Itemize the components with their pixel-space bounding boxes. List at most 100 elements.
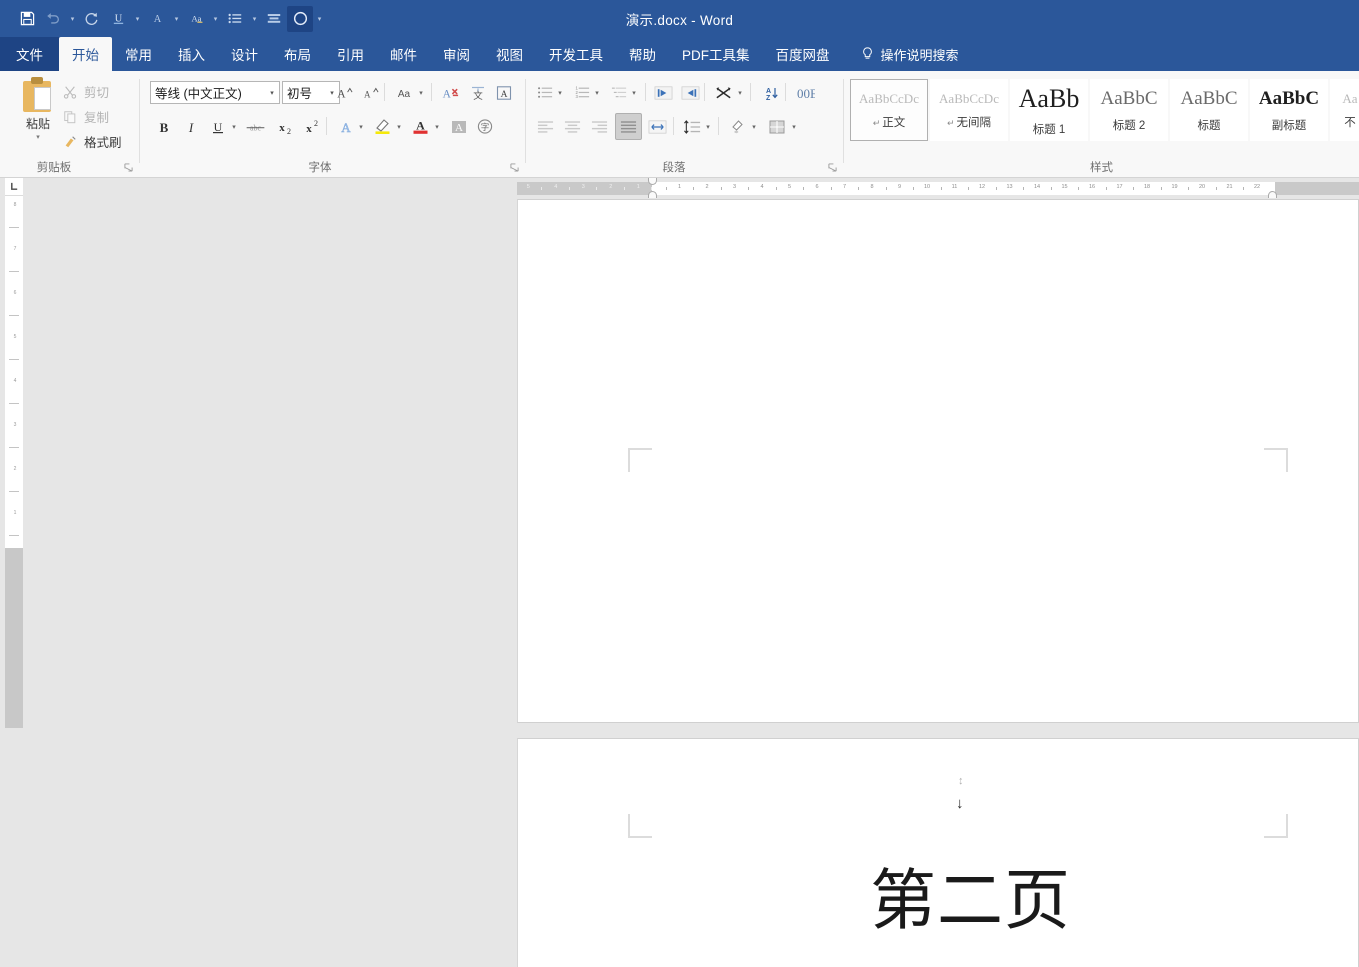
paste-caret[interactable]: ▾ [10,133,66,141]
justify-icon[interactable] [615,113,642,140]
circle-icon[interactable] [287,5,313,32]
font-color-icon[interactable]: A [409,115,432,138]
copy-button[interactable]: 复制 [62,107,109,126]
tab-help[interactable]: 帮助 [616,37,669,71]
grow-font-icon[interactable]: A [332,81,355,104]
style-card-heading-1[interactable]: AaBb 标题 1 [1010,79,1088,141]
borders-icon[interactable] [765,115,788,138]
style-card-heading-2[interactable]: AaBbC 标题 2 [1090,79,1168,141]
subscript-icon[interactable]: x2 [273,115,296,138]
horizontal-ruler[interactable]: 5 4 3 2 1 1 2 3 4 5 6 7 8 9 10 11 12 13 14 15 16 17 18 19 20 21 22 [517,178,1359,199]
tab-references[interactable]: 引用 [324,37,377,71]
highlight-color-icon[interactable] [371,115,394,138]
right-indent-marker[interactable] [1268,191,1277,198]
tab-view[interactable]: 视图 [483,37,536,71]
qat-overflow-caret[interactable]: ▾ [313,6,326,32]
show-marks-icon[interactable]: \u00B6 [794,81,817,104]
enclose-character-icon[interactable]: 字 [473,115,496,138]
align-icon[interactable] [261,6,287,32]
style-card-body[interactable]: AaBbCcDc ↵ 正文 [850,79,928,141]
strikethrough-icon[interactable]: abc [244,115,267,138]
tab-baidu-netdisk[interactable]: 百度网盘 [763,37,843,71]
save-icon[interactable] [14,6,40,32]
paragraph-dialog-launcher[interactable] [828,163,837,174]
style-card-no-spacing[interactable]: AaBbCcDc ↵ 无间隔 [930,79,1008,141]
sort-icon[interactable]: AZ [759,81,782,104]
bullets-caret[interactable]: ▾ [554,81,566,104]
text-effects-caret[interactable]: ▾ [355,115,367,138]
style-card-subtitle[interactable]: AaBbC 副标题 [1250,79,1328,141]
bullet-list-icon[interactable] [222,6,248,32]
style-card-subtle-emphasis[interactable]: Aa 不 [1330,79,1359,141]
line-spacing-icon[interactable] [681,115,704,138]
highlight-color-caret[interactable]: ▾ [393,115,405,138]
shrink-font-icon[interactable]: A [358,81,381,104]
document-body-text[interactable]: 第二页 [870,847,1071,943]
italic-icon[interactable]: I [179,115,202,138]
tab-common[interactable]: 常用 [112,37,165,71]
tab-design[interactable]: 设计 [218,37,271,71]
multilevel-list-caret[interactable]: ▾ [628,81,640,104]
clipboard-dialog-launcher[interactable] [124,163,133,174]
format-painter-button[interactable]: 格式刷 [62,132,122,151]
phonetic-guide-icon[interactable]: 文 [466,81,489,104]
underline-caret[interactable]: ▾ [228,115,240,138]
tab-pdf-tools[interactable]: PDF工具集 [669,37,763,71]
left-indent-marker[interactable] [648,191,657,198]
align-right-icon[interactable] [588,115,611,138]
line-spacing-caret[interactable]: ▾ [702,115,714,138]
character-shading-icon[interactable]: A [447,115,470,138]
change-case-icon[interactable]: Aa [183,6,209,32]
tab-developer[interactable]: 开发工具 [536,37,616,71]
shading-icon[interactable] [726,115,749,138]
font-color-dropdown-caret[interactable]: ▾ [170,6,183,32]
document-page-2[interactable]: ↕ ↓ 第二页 [517,738,1359,967]
chinese-layout-icon[interactable] [712,81,735,104]
shading-caret[interactable]: ▾ [748,115,760,138]
change-case-icon[interactable]: Aa [392,81,415,104]
tell-me-search[interactable]: 操作说明搜索 [843,37,969,71]
vertical-ruler-number: 6 [13,290,17,296]
underline-icon[interactable]: U [105,6,131,32]
font-dialog-launcher[interactable] [510,163,519,174]
undo-dropdown-caret[interactable]: ▾ [66,6,79,32]
style-card-title[interactable]: AaBbC 标题 [1170,79,1248,141]
cut-button[interactable]: 剪切 [62,82,109,101]
borders-caret[interactable]: ▾ [788,115,800,138]
font-name-combobox[interactable]: 等线 (中文正文) ▾ [150,81,280,104]
underline-icon[interactable]: U [206,115,229,138]
increase-indent-icon[interactable] [679,81,702,104]
tab-stop-selector[interactable] [5,178,23,196]
text-effects-icon[interactable]: A [334,115,357,138]
tab-review[interactable]: 审阅 [430,37,483,71]
align-center-icon[interactable] [561,115,584,138]
change-case-dropdown-caret[interactable]: ▾ [209,6,222,32]
tab-insert[interactable]: 插入 [165,37,218,71]
bullet-list-dropdown-caret[interactable]: ▾ [248,6,261,32]
font-color-caret[interactable]: ▾ [431,115,443,138]
redo-icon[interactable] [79,6,105,32]
font-name-caret[interactable]: ▾ [265,89,279,97]
change-case-caret[interactable]: ▾ [415,81,427,104]
tab-file[interactable]: 文件 [0,37,59,71]
distributed-icon[interactable] [646,115,669,138]
vertical-ruler[interactable]: 8 7 6 5 4 3 2 1 [5,178,23,548]
decrease-indent-icon[interactable] [652,81,675,104]
character-border-icon[interactable]: A [492,81,515,104]
superscript-icon[interactable]: x2 [300,115,323,138]
underline-dropdown-caret[interactable]: ▾ [131,6,144,32]
svg-text:I: I [187,120,193,135]
tab-home[interactable]: 开始 [59,37,112,71]
document-page-1[interactable] [517,199,1359,723]
font-color-icon[interactable]: A [144,6,170,32]
tab-layout[interactable]: 布局 [271,37,324,71]
bold-icon[interactable]: B [152,115,175,138]
chinese-layout-caret[interactable]: ▾ [734,81,746,104]
numbering-caret[interactable]: ▾ [591,81,603,104]
quick-access-toolbar[interactable]: ▾ U ▾ A ▾ Aa ▾ ▾ ▾ [0,5,326,32]
tab-mailings[interactable]: 邮件 [377,37,430,71]
clear-formatting-icon[interactable]: A [439,81,462,104]
paste-button[interactable]: 粘贴 ▾ [10,77,66,141]
align-left-icon[interactable] [534,115,557,138]
undo-icon[interactable] [40,6,66,32]
